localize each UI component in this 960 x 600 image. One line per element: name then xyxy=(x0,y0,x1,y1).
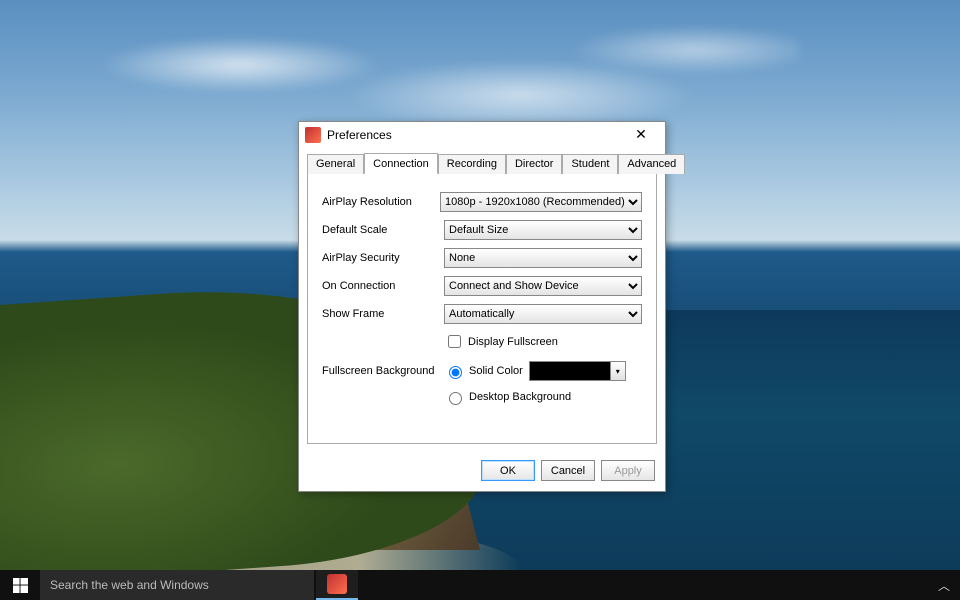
taskbar: Search the web and Windows ︿ xyxy=(0,570,960,600)
color-picker[interactable]: ▾ xyxy=(529,361,626,381)
label-fullscreen-background: Fullscreen Background xyxy=(322,365,444,377)
dialog-titlebar[interactable]: Preferences ✕ xyxy=(299,122,665,148)
ok-button[interactable]: OK xyxy=(481,460,535,481)
taskbar-search[interactable]: Search the web and Windows xyxy=(40,570,314,600)
dialog-title: Preferences xyxy=(327,128,623,142)
radio-desktop-background-label: Desktop Background xyxy=(469,391,571,403)
tab-student[interactable]: Student xyxy=(562,154,618,174)
label-default-scale: Default Scale xyxy=(322,224,444,236)
label-airplay-security: AirPlay Security xyxy=(322,252,444,264)
tray-show-hidden-icons[interactable]: ︿ xyxy=(928,570,960,600)
label-on-connection: On Connection xyxy=(322,280,444,292)
select-airplay-security[interactable]: None xyxy=(444,248,642,268)
tab-panel-connection: AirPlay Resolution 1080p - 1920x1080 (Re… xyxy=(307,173,657,444)
tab-advanced[interactable]: Advanced xyxy=(618,154,685,174)
desktop-wallpaper: Preferences ✕ General Connection Recordi… xyxy=(0,0,960,600)
tab-director[interactable]: Director xyxy=(506,154,563,174)
select-default-scale[interactable]: Default Size xyxy=(444,220,642,240)
label-airplay-resolution: AirPlay Resolution xyxy=(322,196,440,208)
select-airplay-resolution[interactable]: 1080p - 1920x1080 (Recommended) xyxy=(440,192,642,212)
radio-desktop-background-input[interactable] xyxy=(449,392,462,405)
checkbox-display-fullscreen-input[interactable] xyxy=(448,335,461,348)
taskbar-app-reflector[interactable] xyxy=(316,570,358,600)
cancel-button[interactable]: Cancel xyxy=(541,460,595,481)
taskbar-search-placeholder: Search the web and Windows xyxy=(50,578,209,592)
close-button[interactable]: ✕ xyxy=(623,125,659,145)
select-show-frame[interactable]: Automatically xyxy=(444,304,642,324)
tab-general[interactable]: General xyxy=(307,154,364,174)
radio-desktop-background[interactable]: Desktop Background xyxy=(444,389,571,405)
apply-button[interactable]: Apply xyxy=(601,460,655,481)
color-swatch xyxy=(530,362,610,380)
radio-solid-color-input[interactable] xyxy=(449,366,462,379)
app-icon xyxy=(305,127,321,143)
chevron-down-icon[interactable]: ▾ xyxy=(610,362,625,380)
label-show-frame: Show Frame xyxy=(322,308,444,320)
radio-solid-color[interactable]: Solid Color xyxy=(444,363,523,379)
checkbox-display-fullscreen-label: Display Fullscreen xyxy=(468,336,558,348)
chevron-up-icon: ︿ xyxy=(938,577,950,594)
tab-strip: General Connection Recording Director St… xyxy=(307,154,657,174)
checkbox-display-fullscreen[interactable]: Display Fullscreen xyxy=(444,332,558,351)
tab-recording[interactable]: Recording xyxy=(438,154,506,174)
tab-connection[interactable]: Connection xyxy=(364,153,438,174)
select-on-connection[interactable]: Connect and Show Device xyxy=(444,276,642,296)
taskbar-app-icon xyxy=(327,574,347,594)
windows-logo-icon xyxy=(13,578,28,593)
dialog-button-row: OK Cancel Apply xyxy=(299,452,665,491)
radio-solid-color-label: Solid Color xyxy=(469,365,523,377)
start-button[interactable] xyxy=(0,570,40,600)
preferences-dialog: Preferences ✕ General Connection Recordi… xyxy=(298,121,666,492)
